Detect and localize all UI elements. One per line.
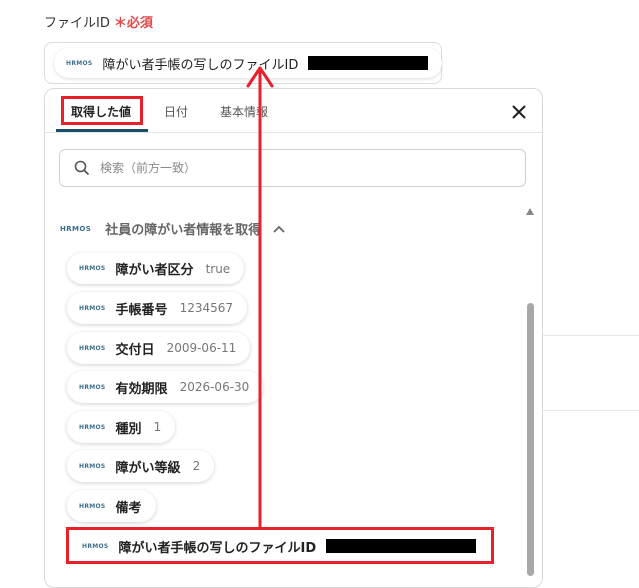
- annotation-arrow: [246, 66, 274, 527]
